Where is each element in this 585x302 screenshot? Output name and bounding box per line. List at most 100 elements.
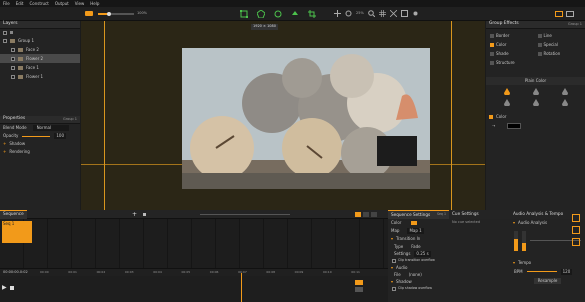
settings-value[interactable]: 0.25 s xyxy=(414,250,431,257)
target-icon[interactable] xyxy=(345,10,352,17)
clip-shadow-checkbox[interactable] xyxy=(392,286,396,291)
grid-icon[interactable] xyxy=(378,10,386,17)
pattern-icon[interactable] xyxy=(503,98,510,106)
effect-toggle[interactable]: Rotation xyxy=(536,49,584,58)
tempo-label[interactable]: Tempo xyxy=(518,261,531,265)
layout-icon[interactable] xyxy=(555,11,563,17)
transition-toggle-icon[interactable]: ▾ xyxy=(391,237,393,241)
camera-icon[interactable] xyxy=(85,11,93,16)
play-icon[interactable]: ▶ xyxy=(2,285,7,291)
color-swatch[interactable] xyxy=(507,123,522,129)
image-icon[interactable] xyxy=(532,98,539,106)
timeline-zoom-slider[interactable] xyxy=(200,214,290,215)
guide-icon[interactable] xyxy=(400,10,408,17)
texture-icon[interactable] xyxy=(561,87,568,95)
analysis-label[interactable]: Audio Analysis xyxy=(518,221,547,225)
tempo-toggle-icon[interactable]: ▾ xyxy=(513,261,515,265)
opacity-slider[interactable] xyxy=(22,135,51,137)
view-toggle-3[interactable] xyxy=(371,212,377,217)
menu-view[interactable]: View xyxy=(75,1,85,6)
move-icon[interactable] xyxy=(334,10,341,17)
arrow-icon: → xyxy=(492,123,496,128)
audio-label[interactable]: Audio xyxy=(396,265,407,270)
analysis-toggle-icon[interactable]: ▾ xyxy=(513,221,515,225)
menu-file[interactable]: File xyxy=(3,1,10,6)
bpm-value[interactable]: 120 xyxy=(560,268,573,275)
layer-visibility-checkbox[interactable] xyxy=(11,74,15,79)
cue-settings-tab[interactable]: Cue Settings xyxy=(449,210,510,219)
sequence-tab[interactable]: Sequence xyxy=(0,209,27,219)
rendering-label[interactable]: Rendering xyxy=(9,150,29,154)
opacity-value[interactable]: 100 xyxy=(54,133,67,139)
playhead[interactable] xyxy=(241,273,242,302)
view-toggle-2[interactable] xyxy=(363,212,369,217)
effect-toggle[interactable]: Shade xyxy=(488,49,536,58)
menu-edit[interactable]: Edit xyxy=(16,1,24,6)
menu-help[interactable]: Help xyxy=(90,1,99,6)
layer-row[interactable]: Group 1 xyxy=(0,36,80,45)
effect-toggle[interactable]: Line xyxy=(536,31,584,40)
snap-icon[interactable] xyxy=(389,10,397,17)
artwork-image[interactable] xyxy=(182,48,430,189)
layer-visibility-checkbox[interactable] xyxy=(11,65,15,70)
layer-row[interactable]: Flower 2 xyxy=(0,54,80,63)
layer-visibility-checkbox[interactable] xyxy=(3,38,7,43)
effect-toggle[interactable]: Border xyxy=(488,31,536,40)
zoom-in-icon[interactable] xyxy=(367,10,375,17)
audio-toggle-icon[interactable]: ▾ xyxy=(391,265,393,270)
settings-icon[interactable] xyxy=(412,10,419,17)
side-bars-icon[interactable] xyxy=(572,226,580,234)
effect-toggle[interactable]: Structure xyxy=(488,58,536,67)
layer-visible-checkbox[interactable] xyxy=(3,30,7,35)
sequence-clip[interactable]: Seq 1 xyxy=(2,221,32,243)
type-select[interactable]: Fade xyxy=(411,244,420,249)
map-select[interactable]: Map 1 xyxy=(407,228,424,234)
layer-lock-icon[interactable] xyxy=(10,31,13,34)
effect-toggle[interactable]: Special xyxy=(536,40,584,49)
side-wave-icon[interactable] xyxy=(572,238,580,246)
canvas-area[interactable]: 1920 × 1080 xyxy=(81,21,485,210)
audio-icon[interactable] xyxy=(355,280,363,285)
layer-visibility-checkbox[interactable] xyxy=(11,47,15,52)
stop-icon[interactable] xyxy=(9,286,14,290)
timecode[interactable]: 00:00:00.0:02 xyxy=(0,270,28,275)
gradient-icon[interactable] xyxy=(532,87,539,95)
clip-transition-checkbox[interactable] xyxy=(392,258,396,263)
shadow-label[interactable]: Shadow xyxy=(9,142,25,146)
rotate-icon[interactable] xyxy=(274,10,282,18)
seq-color-swatch[interactable] xyxy=(411,221,418,225)
layer-row[interactable]: Flower 1 xyxy=(0,72,80,81)
menu-output[interactable]: Output xyxy=(55,1,69,6)
sequence-settings-tab[interactable]: Sequence Settings xyxy=(391,212,430,217)
shadow-add-icon[interactable]: + xyxy=(3,142,6,146)
noise-icon[interactable] xyxy=(561,98,568,106)
rendering-add-icon[interactable]: + xyxy=(3,150,6,154)
menu-construct[interactable]: Construct xyxy=(29,1,48,6)
window-icon[interactable] xyxy=(566,11,574,17)
crop-icon[interactable] xyxy=(308,10,316,18)
layer-row[interactable]: Face 2 xyxy=(0,45,80,54)
zoom-slider[interactable] xyxy=(98,12,134,16)
record-icon[interactable] xyxy=(355,287,363,292)
fill-icon[interactable] xyxy=(291,10,299,18)
side-chart-icon[interactable] xyxy=(572,214,580,222)
view-toggle-1[interactable] xyxy=(355,212,361,217)
layer-row[interactable]: Face 1 xyxy=(0,63,80,72)
lock-icon[interactable] xyxy=(143,213,146,216)
file-value[interactable]: (none) xyxy=(409,272,422,277)
blend-mode-select[interactable]: Normal xyxy=(32,125,69,131)
ruler-tick: 00:04 xyxy=(153,269,162,274)
canvas-zoom[interactable]: 25% xyxy=(356,11,364,16)
transform-icon[interactable] xyxy=(240,10,248,18)
shadow-toggle-icon[interactable]: ▾ xyxy=(391,279,393,284)
add-sequence-icon[interactable]: + xyxy=(132,212,137,218)
drop-icon[interactable] xyxy=(503,87,510,95)
timeline-ruler[interactable]: 00:00 00:01 00:02 00:03 00:04 00:05 00:06 00:07… xyxy=(40,268,360,276)
bpm-slider[interactable] xyxy=(526,271,557,272)
layer-visibility-checkbox[interactable] xyxy=(11,56,15,61)
transition-label[interactable]: Transition In xyxy=(396,237,420,241)
resample-button[interactable]: Resample xyxy=(533,277,562,284)
effect-toggle[interactable]: Color xyxy=(488,40,536,49)
seq-shadow-label[interactable]: Shadow xyxy=(396,279,412,284)
shape-icon[interactable] xyxy=(257,10,265,18)
